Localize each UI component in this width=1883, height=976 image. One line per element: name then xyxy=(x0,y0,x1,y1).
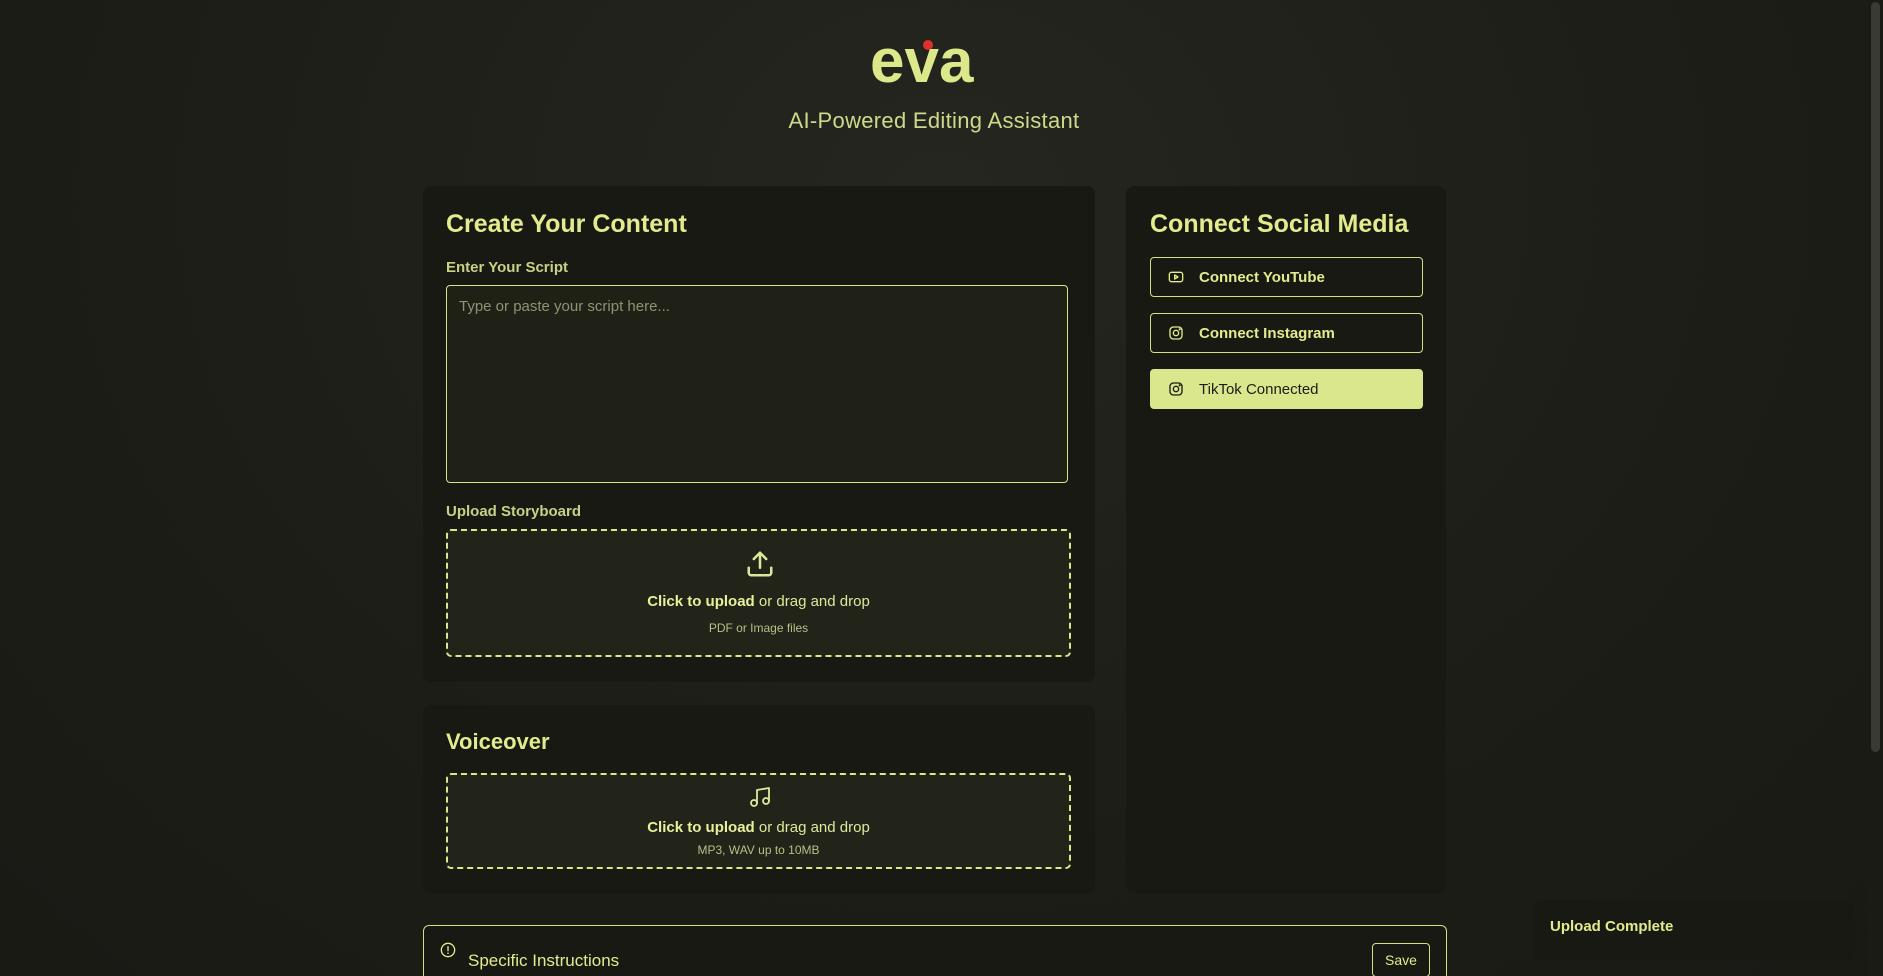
tiktok-icon xyxy=(1168,381,1184,397)
instagram-icon xyxy=(1168,325,1184,341)
script-label: Enter Your Script xyxy=(446,259,568,276)
scrollbar-thumb[interactable] xyxy=(1871,2,1880,752)
voiceover-upload-text: Click to upload or drag and drop xyxy=(448,819,1069,836)
voiceover-upload-strong[interactable]: Click to upload xyxy=(647,819,755,836)
connect-youtube-button[interactable]: Connect YouTube xyxy=(1150,257,1423,297)
logo-red-dot xyxy=(923,40,933,50)
connect-instagram-button[interactable]: Connect Instagram xyxy=(1150,313,1423,353)
voiceover-dropzone[interactable]: Click to upload or drag and drop MP3, WA… xyxy=(446,773,1071,869)
storyboard-upload-text: Click to upload or drag and drop xyxy=(448,593,1069,610)
save-button[interactable]: Save xyxy=(1372,943,1430,976)
connect-youtube-label: Connect YouTube xyxy=(1199,268,1325,286)
voiceover-upload-rest: or drag and drop xyxy=(754,819,870,836)
specific-instructions-title: Specific Instructions xyxy=(468,951,620,970)
toast-message: Upload Complete xyxy=(1550,918,1674,935)
voiceover-hint: MP3, WAV up to 10MB xyxy=(697,843,820,857)
storyboard-dropzone[interactable]: Click to upload or drag and drop PDF or … xyxy=(446,529,1071,657)
upload-complete-toast: Upload Complete xyxy=(1534,900,1854,960)
specific-instructions-panel[interactable]: Specific Instructions Save xyxy=(423,925,1447,976)
info-icon xyxy=(440,942,456,958)
storyboard-upload-rest: or drag and drop xyxy=(754,593,870,610)
social-title: Connect Social Media xyxy=(1150,210,1409,238)
logo-text: eva xyxy=(870,30,974,90)
storyboard-label: Upload Storyboard xyxy=(446,503,582,520)
connect-instagram-label: Connect Instagram xyxy=(1199,324,1335,342)
storyboard-hint: PDF or Image files xyxy=(708,621,809,635)
tagline: AI-Powered Editing Assistant xyxy=(788,108,1080,133)
eva-logo: eva xyxy=(870,27,1000,96)
youtube-icon xyxy=(1168,269,1184,285)
music-note-icon xyxy=(748,785,772,809)
storyboard-upload-strong[interactable]: Click to upload xyxy=(647,593,755,610)
create-content-title: Create Your Content xyxy=(446,210,687,238)
upload-icon xyxy=(745,549,775,579)
scrollbar-track[interactable] xyxy=(1868,0,1883,976)
tiktok-connected-label: TikTok Connected xyxy=(1199,380,1319,398)
voiceover-title: Voiceover xyxy=(446,729,550,754)
script-textarea[interactable] xyxy=(446,285,1068,483)
tiktok-connected-button[interactable]: TikTok Connected xyxy=(1150,369,1423,409)
eva-logo-graphic: eva xyxy=(870,27,974,96)
